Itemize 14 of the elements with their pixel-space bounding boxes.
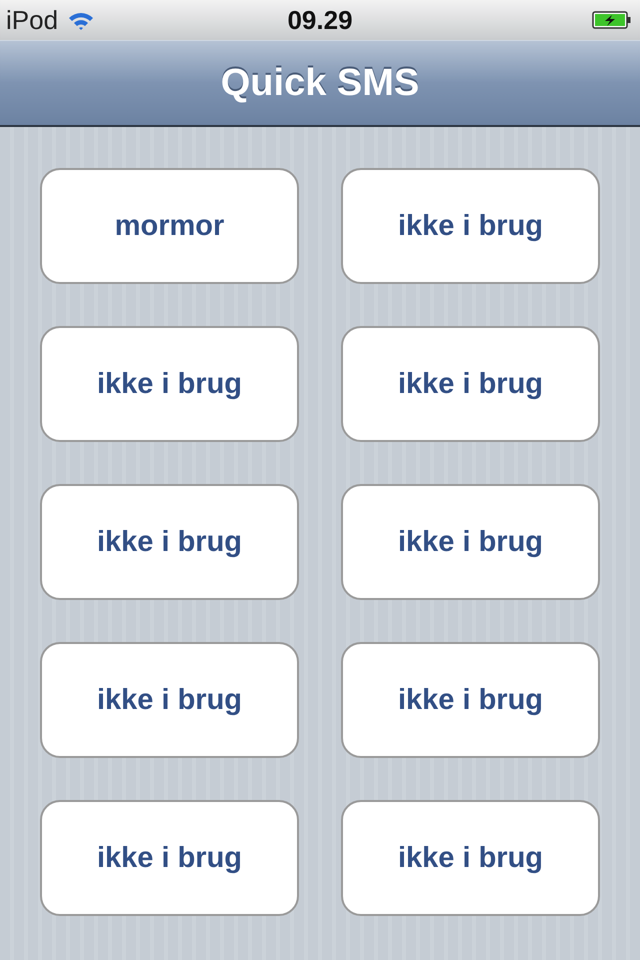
quick-message-button[interactable]: ikke i brug xyxy=(341,168,600,284)
quick-message-button[interactable]: ikke i brug xyxy=(341,326,600,442)
quick-message-button[interactable]: ikke i brug xyxy=(40,484,299,600)
screen-title: Quick SMS xyxy=(220,62,420,104)
carrier-name: iPod xyxy=(6,4,58,36)
quick-message-button[interactable]: ikke i brug xyxy=(341,642,600,758)
quick-message-button[interactable]: mormor xyxy=(40,168,299,284)
clock-time: 09.29 xyxy=(287,4,353,36)
quick-message-button[interactable]: ikke i brug xyxy=(40,642,299,758)
quick-message-button[interactable]: ikke i brug xyxy=(40,326,299,442)
quick-message-button[interactable]: ikke i brug xyxy=(341,800,600,916)
quick-message-button[interactable]: ikke i brug xyxy=(40,800,299,916)
quick-message-button[interactable]: ikke i brug xyxy=(341,484,600,600)
battery-icon xyxy=(592,10,632,30)
